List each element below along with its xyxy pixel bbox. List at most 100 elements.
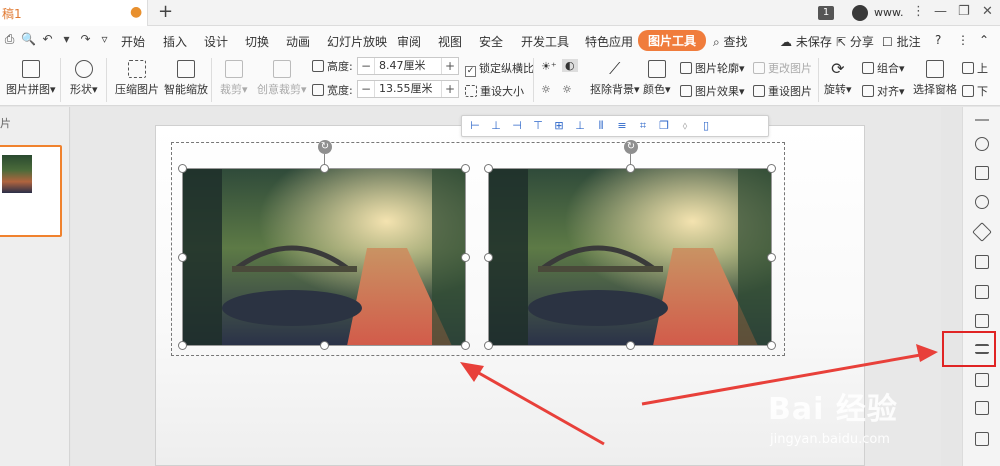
resize-handle[interactable] xyxy=(626,164,635,173)
menu-view[interactable]: 视图 xyxy=(438,33,462,50)
resize-handle[interactable] xyxy=(484,253,493,262)
width-increment-button[interactable]: + xyxy=(442,82,458,96)
selection-pane-button[interactable]: 选择窗格 xyxy=(913,60,957,97)
close-button[interactable]: ✕ xyxy=(982,4,993,19)
menu-security[interactable]: 安全 xyxy=(479,33,503,50)
redo-icon[interactable]: ↷ xyxy=(76,32,95,46)
fill-icon[interactable] xyxy=(972,222,992,242)
menu-transition[interactable]: 切换 xyxy=(245,33,269,50)
height-input[interactable]: 8.47厘米 xyxy=(374,58,442,74)
archive-icon[interactable] xyxy=(975,432,989,446)
group-icon[interactable]: ❐ xyxy=(657,119,671,133)
align-button[interactable]: 对齐▾ xyxy=(862,83,905,99)
undo-dropdown-icon[interactable]: ▾ xyxy=(57,32,76,46)
group-button[interactable]: 组合▾ xyxy=(862,60,905,76)
send-backward-button[interactable]: 下 xyxy=(962,83,988,99)
resize-handle[interactable] xyxy=(767,253,776,262)
user-name[interactable]: www. xyxy=(874,6,903,19)
restore-button[interactable]: ❐ xyxy=(958,4,970,19)
resize-handle[interactable] xyxy=(461,341,470,350)
reset-picture-button[interactable]: 重设图片 xyxy=(753,83,812,99)
rotate-handle-icon[interactable]: ↻ xyxy=(624,140,638,154)
align-bottom-icon[interactable]: ⊥ xyxy=(573,119,587,133)
color-button[interactable]: 颜色▾ xyxy=(643,60,671,97)
star-icon[interactable] xyxy=(975,137,989,151)
resize-handle[interactable] xyxy=(461,164,470,173)
window-count-badge[interactable]: 1 xyxy=(818,6,834,20)
resize-handle[interactable] xyxy=(484,164,493,173)
height-increment-button[interactable]: + xyxy=(442,59,458,73)
more-icon[interactable]: ▯ xyxy=(699,119,713,133)
align-center-icon[interactable]: ⊥ xyxy=(489,119,503,133)
resize-handle[interactable] xyxy=(461,253,470,262)
resize-handle[interactable] xyxy=(178,253,187,262)
align-left-icon[interactable]: ⊢ xyxy=(468,119,482,133)
resize-handle[interactable] xyxy=(178,164,187,173)
collapse-ribbon-button[interactable]: ⌃ xyxy=(979,33,989,47)
menu-review[interactable]: 审阅 xyxy=(397,33,421,50)
menu-picture-tools[interactable]: 图片工具 xyxy=(638,30,707,51)
more-button[interactable]: ⋮ xyxy=(957,33,969,47)
chart-icon[interactable] xyxy=(975,314,989,328)
shape-icon[interactable] xyxy=(975,195,989,209)
grid-icon[interactable] xyxy=(975,285,989,299)
crop-button[interactable]: 裁剪▾ xyxy=(220,60,248,97)
minimize-button[interactable]: — xyxy=(934,4,947,19)
resize-handle[interactable] xyxy=(626,341,635,350)
align-middle-icon[interactable]: ⊞ xyxy=(552,119,566,133)
resize-handle[interactable] xyxy=(767,341,776,350)
slide-thumbnail-1[interactable] xyxy=(0,145,62,237)
resize-handle[interactable] xyxy=(178,341,187,350)
reset-size-button[interactable]: 重设大小 xyxy=(465,83,524,99)
menu-insert[interactable]: 插入 xyxy=(163,33,187,50)
width-spinner[interactable]: − 13.55厘米 + xyxy=(357,80,459,98)
export-icon[interactable] xyxy=(975,401,989,415)
customize-dropdown-icon[interactable]: ▿ xyxy=(95,32,114,46)
resize-handle[interactable] xyxy=(320,341,329,350)
share-button[interactable]: ⇱ 分享 xyxy=(836,33,874,50)
table-icon[interactable] xyxy=(975,255,989,269)
rotate-button[interactable]: ⟳ 旋转▾ xyxy=(824,60,852,97)
width-input[interactable]: 13.55厘米 xyxy=(374,81,442,97)
menu-home[interactable]: 开始 xyxy=(121,33,145,50)
print-preview-icon[interactable]: 🔍 xyxy=(19,32,38,46)
menu-special[interactable]: 特色应用 xyxy=(585,33,633,50)
rotate-handle-icon[interactable]: ↻ xyxy=(318,140,332,154)
height-decrement-button[interactable]: − xyxy=(358,59,374,73)
distribute-horizontal-icon[interactable]: ⫴ xyxy=(594,119,608,133)
image-icon[interactable] xyxy=(975,373,989,387)
brightness-down-button[interactable]: ☼ xyxy=(541,83,551,96)
menu-design[interactable]: 设计 xyxy=(204,33,228,50)
document-tab[interactable]: 稿1 ● xyxy=(0,0,148,26)
compress-picture-button[interactable]: 压缩图片 xyxy=(115,60,159,97)
unsaved-status-button[interactable]: ☁ 未保存 xyxy=(780,33,832,50)
menu-slideshow[interactable]: 幻灯片放映 xyxy=(327,33,387,50)
height-spinner[interactable]: − 8.47厘米 + xyxy=(357,57,459,75)
picture-collage-button[interactable]: 图片拼图▾ xyxy=(6,60,56,97)
resize-handle[interactable] xyxy=(320,164,329,173)
bring-forward-button[interactable]: 上 xyxy=(962,60,988,76)
fill-icon[interactable]: ⬨ xyxy=(678,119,692,133)
slides-tab[interactable]: 片 xyxy=(0,115,11,131)
lock-ratio-checkbox[interactable]: ✓ 锁定纵横比 xyxy=(465,60,534,77)
search-button[interactable]: ⌕ 查找 xyxy=(713,33,748,50)
print-icon[interactable]: ⎙ xyxy=(0,32,19,47)
brightness-up-button[interactable]: ☀⁺ xyxy=(541,60,557,73)
contrast-down-button[interactable]: ☼ xyxy=(562,83,572,96)
comment-button[interactable]: ☐ 批注 xyxy=(882,33,921,50)
change-picture-button[interactable]: 更改图片 xyxy=(753,60,812,76)
resize-handle[interactable] xyxy=(767,164,776,173)
width-decrement-button[interactable]: − xyxy=(358,82,374,96)
smart-zoom-button[interactable]: 智能缩放 xyxy=(164,60,208,97)
menu-animation[interactable]: 动画 xyxy=(286,33,310,50)
new-tab-button[interactable]: + xyxy=(158,1,173,22)
help-button[interactable]: ? xyxy=(935,33,941,47)
contrast-button[interactable]: ◐ xyxy=(562,59,578,72)
distribute-vertical-icon[interactable]: ≡ xyxy=(615,119,629,133)
picture-effect-button[interactable]: 图片效果▾ xyxy=(680,83,745,99)
animation-icon[interactable] xyxy=(975,166,989,180)
align-top-icon[interactable]: ⊤ xyxy=(531,119,545,133)
crop-icon[interactable]: ⌗ xyxy=(636,119,650,133)
resize-handle[interactable] xyxy=(484,341,493,350)
remove-background-button[interactable]: ⟋ 抠除背景▾ xyxy=(590,60,640,97)
